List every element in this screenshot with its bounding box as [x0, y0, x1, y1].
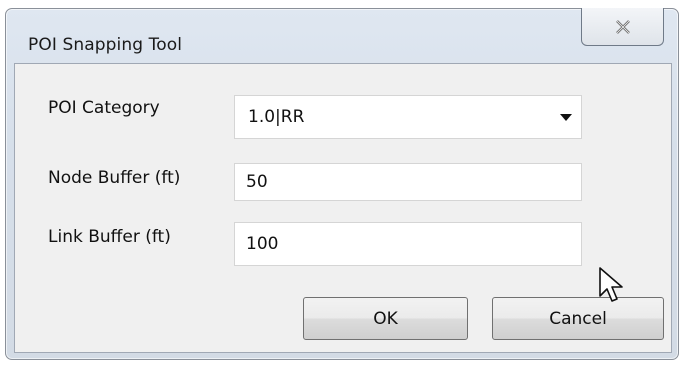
chevron-down-icon: [551, 96, 581, 138]
node-buffer-label: Node Buffer (ft): [48, 168, 181, 188]
poi-category-dropdown[interactable]: 1.0|RR: [234, 95, 582, 139]
poi-category-selected-value: 1.0|RR: [248, 107, 305, 127]
link-buffer-label: Link Buffer (ft): [48, 227, 171, 247]
ok-button[interactable]: OK: [303, 297, 468, 340]
cancel-button[interactable]: Cancel: [492, 297, 664, 340]
close-icon: [615, 19, 630, 34]
node-buffer-input[interactable]: [234, 163, 582, 201]
close-button[interactable]: [581, 8, 664, 46]
link-buffer-input[interactable]: [234, 222, 582, 266]
poi-category-label: POI Category: [48, 98, 160, 118]
window-title: POI Snapping Tool: [28, 35, 183, 55]
dialog-body: POI Category 1.0|RR Node Buffer (ft) Lin…: [14, 63, 672, 353]
